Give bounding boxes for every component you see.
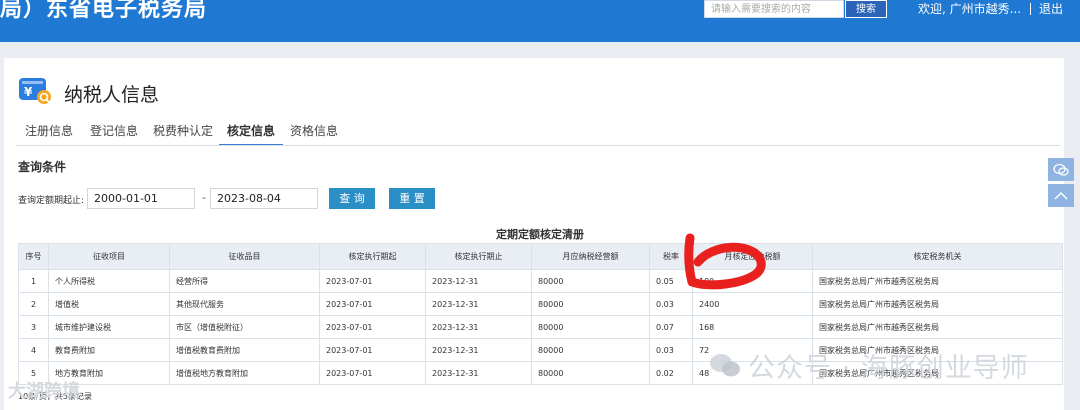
side-toolbar xyxy=(1048,158,1076,210)
tab-assessment-info[interactable]: 核定信息 xyxy=(219,122,284,146)
table-header-row: 序号 征收项目 征收品目 核定执行期起 核定执行期止 月应纳税经营额 税率 月核… xyxy=(18,243,1063,270)
table-cell: 2 xyxy=(18,292,49,316)
table-cell: 2023-07-01 xyxy=(319,338,426,362)
table-cell: 教育费附加 xyxy=(48,338,170,362)
table-cell: 2023-12-31 xyxy=(425,292,532,316)
back-to-top-icon[interactable] xyxy=(1048,184,1074,207)
reset-button[interactable]: 重 置 xyxy=(389,188,435,209)
header-divider xyxy=(1030,3,1031,15)
table-row[interactable]: 3 城市维护建设税 市区（增值税附征） 2023-07-01 2023-12-3… xyxy=(18,315,1063,339)
tab-registration-info[interactable]: 注册信息 xyxy=(25,122,73,146)
column-header[interactable]: 征收品目 xyxy=(169,243,320,270)
watermark-right: 公众号 · 海豚创业导师 xyxy=(708,346,1029,385)
table-cell: 国家税务总局广州市越秀区税务局 xyxy=(812,315,1063,339)
table-cell: 2023-07-01 xyxy=(319,315,426,339)
table-cell: 80000 xyxy=(531,292,650,316)
page-title: 纳税人信息 xyxy=(64,84,160,106)
table-cell: 0.07 xyxy=(649,315,693,339)
table-cell: 2023-12-31 xyxy=(425,338,532,362)
table-cell: 增值税教育费附加 xyxy=(169,338,320,362)
table-cell: 市区（增值税附征） xyxy=(169,315,320,339)
table-cell: 国家税务总局广州市越秀区税务局 xyxy=(812,292,1063,316)
table-cell: 2023-12-31 xyxy=(425,269,532,293)
tax-card-icon: ¥ xyxy=(19,78,51,104)
start-date-input[interactable]: 2000-01-01 xyxy=(87,188,195,209)
svg-text:¥: ¥ xyxy=(24,85,33,99)
tab-tax-type-determination[interactable]: 税费种认定 xyxy=(153,122,213,146)
column-header[interactable]: 税率 xyxy=(649,243,693,270)
query-button[interactable]: 查 询 xyxy=(329,188,375,209)
table-cell: 2400 xyxy=(692,292,813,316)
table-row[interactable]: 1 个人所得税 经营所得 2023-07-01 2023-12-31 80000… xyxy=(18,269,1063,293)
table-cell: 增值税 xyxy=(48,292,170,316)
table-cell: 3 xyxy=(18,315,49,339)
table-cell: 0.05 xyxy=(649,269,693,293)
table-cell: 0.03 xyxy=(649,292,693,316)
table-cell: 80000 xyxy=(531,361,650,385)
table-cell: 4 xyxy=(18,338,49,362)
column-header[interactable]: 序号 xyxy=(18,243,49,270)
end-date-input[interactable]: 2023-08-04 xyxy=(210,188,318,209)
table-cell: 0.02 xyxy=(649,361,693,385)
table-cell: 其他现代服务 xyxy=(169,292,320,316)
table-cell: 城市维护建设税 xyxy=(48,315,170,339)
search-button[interactable]: 搜索 xyxy=(845,0,887,18)
table-cell: 经营所得 xyxy=(169,269,320,293)
column-header[interactable]: 核定执行期止 xyxy=(425,243,532,270)
table-cell: 80000 xyxy=(531,269,650,293)
column-header[interactable]: 征收项目 xyxy=(48,243,170,270)
table-cell: 2023-07-01 xyxy=(319,361,426,385)
table-cell: 168 xyxy=(692,315,813,339)
header-bar: 局）东省电子税务局 请输入需要搜索的内容 搜索 欢迎, 广州市越秀... 退出 xyxy=(0,0,1080,42)
table-cell: 1 xyxy=(18,269,49,293)
watermark-left: 大湖跨境 xyxy=(8,381,80,402)
date-separator: - xyxy=(202,191,206,204)
query-date-label: 查询定额期起止: xyxy=(18,196,85,206)
column-header[interactable]: 月核定应纳税额 xyxy=(692,243,813,270)
column-header[interactable]: 核定执行期起 xyxy=(319,243,426,270)
tab-qualification-info[interactable]: 资格信息 xyxy=(290,122,338,146)
table-cell: 2023-07-01 xyxy=(319,292,426,316)
table-caption: 定期定额核定清册 xyxy=(496,228,584,241)
search-input[interactable]: 请输入需要搜索的内容 xyxy=(704,0,844,18)
table-cell: 增值税地方教育附加 xyxy=(169,361,320,385)
table-cell: 190 xyxy=(692,269,813,293)
welcome-text[interactable]: 欢迎, 广州市越秀... xyxy=(918,0,1021,18)
table-cell: 80000 xyxy=(531,338,650,362)
table-cell: 国家税务总局广州市越秀区税务局 xyxy=(812,269,1063,293)
logout-link[interactable]: 退出 xyxy=(1039,0,1063,18)
column-header[interactable]: 月应纳税经营额 xyxy=(531,243,650,270)
watermark-text: 公众号 · 海豚创业导师 xyxy=(748,353,1029,384)
table-cell: 2023-12-31 xyxy=(425,361,532,385)
table-cell: 2023-12-31 xyxy=(425,315,532,339)
table-cell: 2023-07-01 xyxy=(319,269,426,293)
column-header[interactable]: 核定税务机关 xyxy=(812,243,1063,270)
tab-divider xyxy=(16,145,1060,146)
table-cell: 80000 xyxy=(531,315,650,339)
wechat-icon xyxy=(710,353,740,376)
table-cell: 0.03 xyxy=(649,338,693,362)
table-row[interactable]: 2 增值税 其他现代服务 2023-07-01 2023-12-31 80000… xyxy=(18,292,1063,316)
site-title: 局）东省电子税务局 xyxy=(0,0,208,22)
chat-icon[interactable] xyxy=(1048,158,1074,181)
query-section-title: 查询条件 xyxy=(18,160,67,174)
table-cell: 个人所得税 xyxy=(48,269,170,293)
tab-enrollment-info[interactable]: 登记信息 xyxy=(90,122,138,146)
